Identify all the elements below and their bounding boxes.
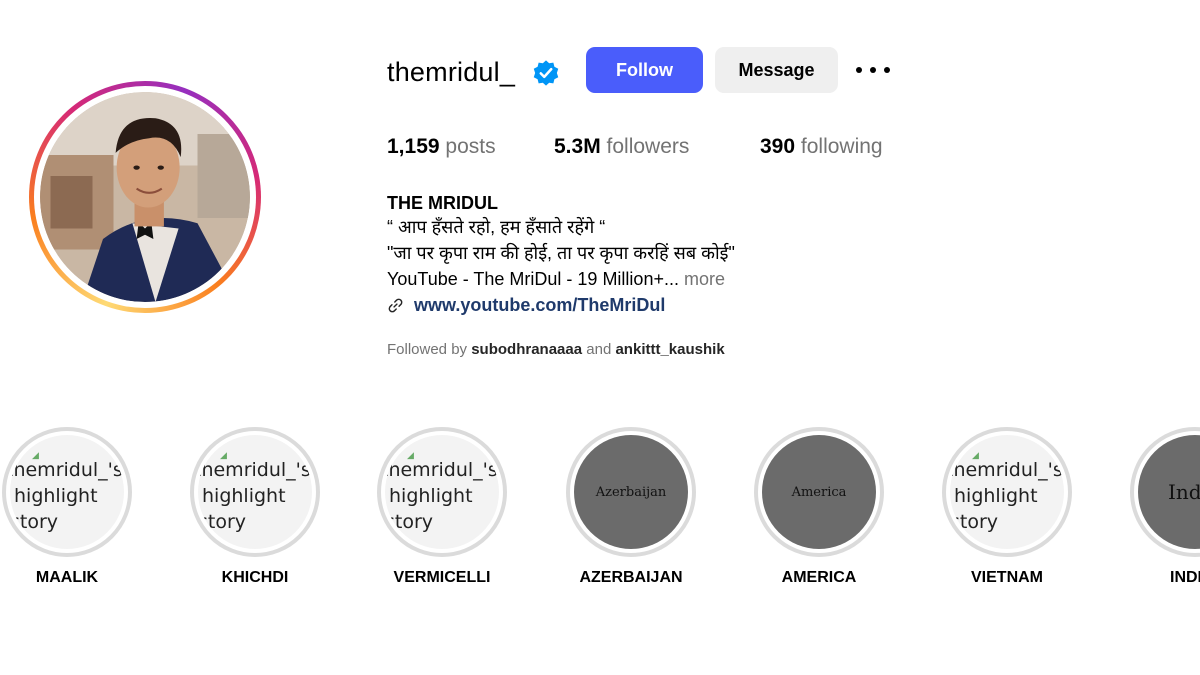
posts-count: 1,159 <box>387 135 440 158</box>
highlight-label: AMERICA <box>781 569 857 586</box>
posts-label: posts <box>445 135 496 158</box>
highlight-cover-text: America <box>791 484 847 500</box>
highlight-cover-broken: ◢ themridul_'s highlight story <box>950 435 1064 549</box>
highlight-cover-text: Azerbaijan <box>595 484 667 500</box>
alt-line: story <box>950 511 999 533</box>
bio-link-text: www.youtube.com/TheMriDul <box>414 295 666 315</box>
highlight-item[interactable]: America AMERICA <box>754 427 884 587</box>
followers-count: 5.3M <box>554 135 601 158</box>
verified-badge-icon <box>533 60 559 86</box>
followed-by[interactable]: Followed by subodhranaaaa and ankittt_ka… <box>387 341 725 358</box>
alt-line: themridul_'s <box>10 459 123 481</box>
highlight-cover: America <box>762 435 876 549</box>
dot <box>884 67 890 73</box>
broken-image-icon: ◢ <box>407 451 414 461</box>
highlight-alt-text: ◢ themridul_'s highlight story <box>10 451 123 535</box>
alt-line: highlight <box>954 485 1038 507</box>
followed-by-user-2[interactable]: ankittt_kaushik <box>615 341 724 358</box>
posts-stat: 1,159 posts <box>387 135 496 159</box>
highlight-ring: ◢ themridul_'s highlight story <box>942 427 1072 557</box>
highlight-label: VERMICELLI <box>393 569 491 586</box>
highlight-label: KHICHDI <box>221 569 289 586</box>
alt-line: highlight <box>202 485 286 507</box>
highlight-ring: India <box>1130 427 1200 557</box>
bio-more-link[interactable]: more <box>684 269 725 289</box>
alt-line: themridul_'s <box>198 459 311 481</box>
highlight-alt-text: ◢ themridul_'s highlight story <box>198 451 311 535</box>
followed-by-user-1[interactable]: subodhranaaaa <box>471 341 582 358</box>
highlight-item[interactable]: Azerbaijan AZERBAIJAN <box>566 427 696 587</box>
broken-image-icon: ◢ <box>32 451 39 461</box>
alt-line: highlight <box>14 485 98 507</box>
profile-avatar-story-ring[interactable] <box>29 81 261 313</box>
following-count: 390 <box>760 135 796 158</box>
bio-line-2: "जा पर कृपा राम की होई, ता पर कृपा करहिं… <box>387 243 735 263</box>
highlight-item[interactable]: India INDIA <box>1130 427 1200 587</box>
highlight-item[interactable]: ◢ themridul_'s highlight story KHICHDI <box>190 427 320 587</box>
follow-button[interactable]: Follow <box>586 47 703 93</box>
profile-page: themridul_ Follow Message 1,159 posts 5.… <box>0 0 1200 675</box>
bio-line-3-text: YouTube - The MriDul - 19 Million+... <box>387 269 679 289</box>
following-label: following <box>800 135 883 158</box>
dot <box>870 67 876 73</box>
followers-label: followers <box>606 135 690 158</box>
alt-line: story <box>10 511 59 533</box>
dot <box>856 67 862 73</box>
followed-by-conj: and <box>586 341 612 358</box>
alt-line: story <box>198 511 247 533</box>
highlight-label: AZERBAIJAN <box>579 569 683 586</box>
bio-external-link[interactable]: www.youtube.com/TheMriDul <box>387 292 947 318</box>
more-options-icon[interactable] <box>856 60 890 80</box>
highlight-item[interactable]: ◢ themridul_'s highlight story VERMICELL… <box>377 427 507 587</box>
alt-line: story <box>385 511 434 533</box>
highlight-item[interactable]: ◢ themridul_'s highlight story VIETNAM <box>942 427 1072 587</box>
highlight-cover-text: India <box>1168 480 1200 504</box>
alt-line: themridul_'s <box>950 459 1063 481</box>
broken-image-icon: ◢ <box>972 451 979 461</box>
highlight-cover-broken: ◢ themridul_'s highlight story <box>198 435 312 549</box>
highlight-ring: ◢ themridul_'s highlight story <box>377 427 507 557</box>
highlight-label: MAALIK <box>35 569 99 586</box>
bio-line-1: “ आप हँसते रहो, हम हँसाते रहेंगे “ <box>387 217 606 237</box>
highlight-ring: ◢ themridul_'s highlight story <box>2 427 132 557</box>
profile-bio: THE MRIDUL “ आप हँसते रहो, हम हँसाते रहे… <box>387 192 947 318</box>
followers-stat[interactable]: 5.3M followers <box>554 135 689 159</box>
broken-image-icon: ◢ <box>220 451 227 461</box>
highlight-clip: India INDIA <box>1130 427 1200 607</box>
profile-username: themridul_ <box>387 57 516 87</box>
highlight-ring: ◢ themridul_'s highlight story <box>190 427 320 557</box>
alt-line: highlight <box>389 485 473 507</box>
message-button[interactable]: Message <box>715 47 838 93</box>
profile-full-name: THE MRIDUL <box>387 193 498 213</box>
highlight-ring: Azerbaijan <box>566 427 696 557</box>
highlight-cover-broken: ◢ themridul_'s highlight story <box>10 435 124 549</box>
highlight-label: VIETNAM <box>971 569 1043 586</box>
avatar <box>40 92 250 302</box>
highlight-alt-text: ◢ themridul_'s highlight story <box>385 451 498 535</box>
followed-by-prefix: Followed by <box>387 341 468 358</box>
alt-line: themridul_'s <box>385 459 498 481</box>
highlight-cover: Azerbaijan <box>574 435 688 549</box>
link-icon <box>388 298 403 312</box>
highlight-cover-broken: ◢ themridul_'s highlight story <box>385 435 499 549</box>
avatar-border <box>34 86 256 308</box>
highlight-cover: India <box>1138 435 1200 549</box>
following-stat[interactable]: 390 following <box>760 135 883 159</box>
highlight-ring: America <box>754 427 884 557</box>
highlight-item[interactable]: ◢ themridul_'s highlight story MAALIK <box>2 427 132 587</box>
highlight-label: INDIA <box>1170 569 1200 586</box>
highlight-alt-text: ◢ themridul_'s highlight story <box>950 451 1063 535</box>
bio-line-3: YouTube - The MriDul - 19 Million+... mo… <box>387 266 947 292</box>
